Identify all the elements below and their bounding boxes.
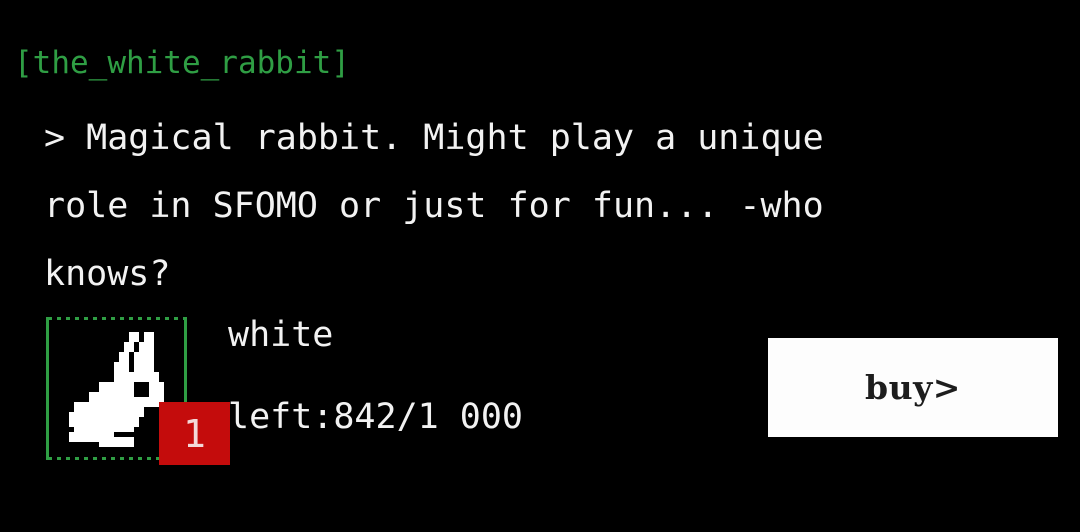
item-stock-label: left:842/1 000	[228, 397, 524, 437]
description-line: > Magical rabbit. Might play a unique	[44, 118, 824, 158]
item-count-badge: 1	[159, 402, 230, 465]
buy-button-label: buy>	[865, 368, 961, 407]
item-name: white	[228, 315, 334, 355]
card-border-left	[46, 317, 49, 460]
card-border-top	[48, 317, 185, 320]
item-details: white left:842/1 000	[228, 312, 523, 440]
app-screen: [the_white_rabbit] > Magical rabbit. Mig…	[0, 0, 1080, 532]
item-row: 1 white left:842/1 000 buy>	[0, 312, 1080, 477]
item-thumbnail-card[interactable]: 1	[46, 317, 230, 465]
buy-button[interactable]: buy>	[768, 338, 1058, 437]
description-block: > Magical rabbit. Might play a unique ro…	[44, 104, 1044, 308]
page-title: [the_white_rabbit]	[14, 45, 350, 81]
description-line: knows?	[44, 254, 171, 294]
description-line: role in SFOMO or just for fun... -who	[44, 186, 824, 226]
item-count-value: 1	[183, 411, 206, 456]
